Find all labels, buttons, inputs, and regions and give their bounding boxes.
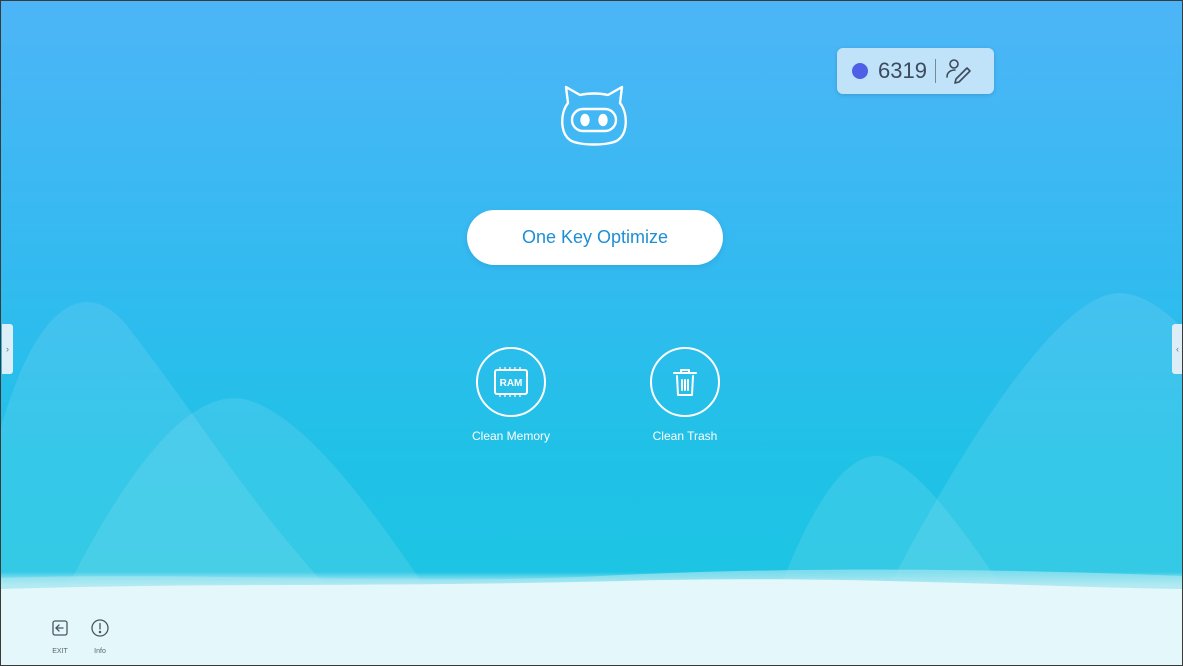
exit-icon [52, 620, 68, 636]
score-badge[interactable]: 6319 [837, 48, 994, 94]
info-icon [91, 619, 109, 637]
left-panel-handle[interactable]: › [2, 324, 13, 374]
exit-button[interactable]: EXIT [45, 618, 75, 655]
ram-chip-text: RAM [500, 378, 523, 389]
one-key-optimize-button[interactable]: One Key Optimize [467, 210, 723, 265]
clean-trash-label: Clean Trash [652, 429, 718, 443]
info-label: Info [94, 648, 106, 655]
info-button[interactable]: Info [85, 618, 115, 655]
ram-chip-icon: RAM [494, 367, 528, 397]
optimizer-screen: 6319 One Key Optimize RAM Clean Memory C… [0, 0, 1183, 666]
trash-icon [673, 369, 697, 396]
exit-label: EXIT [52, 648, 68, 655]
score-value: 6319 [878, 58, 927, 83]
clean-memory-button[interactable]: RAM Clean Memory [451, 347, 571, 443]
clean-memory-label: Clean Memory [471, 429, 551, 443]
pen-user-icon[interactable] [944, 57, 972, 85]
clean-trash-button[interactable]: Clean Trash [625, 347, 745, 443]
status-dot [852, 63, 868, 79]
robot-cat-icon [561, 85, 627, 146]
clean-trash-circle[interactable] [650, 347, 720, 417]
score-divider [934, 59, 936, 83]
clean-memory-circle[interactable]: RAM [476, 347, 546, 417]
right-panel-handle[interactable]: ‹ [1172, 324, 1182, 374]
